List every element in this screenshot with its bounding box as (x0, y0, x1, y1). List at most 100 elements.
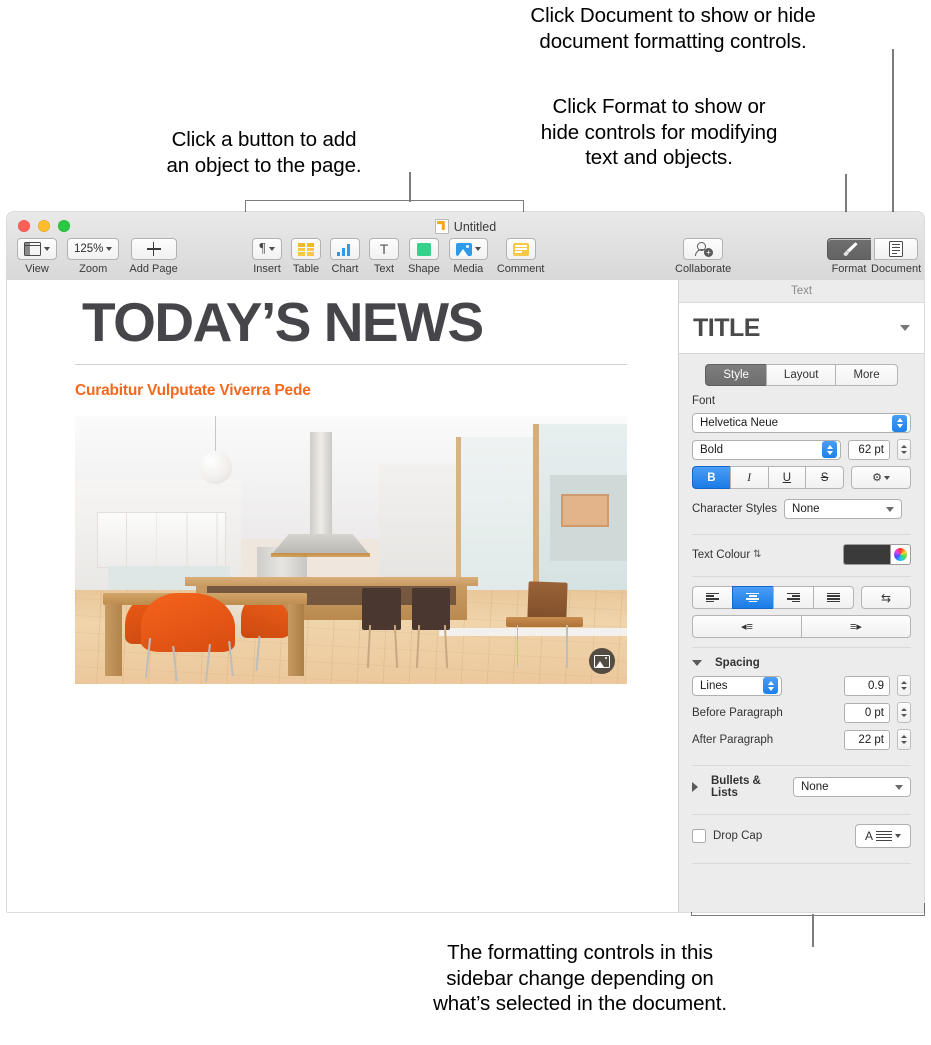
chevron-down-icon (474, 247, 481, 251)
decrease-indent-button[interactable]: ◂≡ (692, 615, 801, 638)
character-styles-popup[interactable]: None (784, 499, 903, 519)
align-left-button[interactable] (692, 586, 733, 609)
document-canvas[interactable]: TODAY’S NEWS Curabitur Vulputate Viverra… (7, 280, 679, 912)
drop-cap-section: Drop Cap A (679, 824, 924, 854)
line-spacing-stepper-icon[interactable] (763, 677, 778, 694)
pages-app-window: Untitled View 125% Zoom Add Page ¶ Inser… (7, 212, 924, 912)
tab-style[interactable]: Style (705, 364, 766, 386)
chevron-down-icon (106, 247, 113, 251)
leader-line-sidebar (812, 914, 814, 947)
bold-button[interactable]: B (692, 466, 730, 489)
toolbar-label-add-page: Add Page (129, 263, 178, 275)
after-paragraph-stepper[interactable] (897, 729, 911, 750)
text-colour-swatch[interactable] (843, 544, 890, 565)
toolbar-item-document[interactable]: Document (871, 238, 921, 275)
chevron-down-icon (895, 784, 903, 790)
before-paragraph-stepper[interactable] (897, 702, 911, 723)
toolbar-item-view[interactable]: View (17, 238, 57, 275)
tab-more[interactable]: More (835, 364, 898, 386)
tab-layout[interactable]: Layout (765, 364, 836, 386)
italic-button[interactable]: I (729, 466, 768, 489)
spacing-header[interactable]: Spacing (692, 657, 911, 669)
line-spacing-mode-popup[interactable]: Lines (692, 675, 782, 696)
document-button[interactable] (874, 238, 919, 260)
page-subheading[interactable]: Curabitur Vulputate Viverra Pede (75, 382, 311, 400)
after-paragraph-field[interactable]: 22 pt (844, 729, 890, 750)
zoom-button[interactable]: 125% (67, 238, 120, 260)
collaborate-icon: + (694, 242, 714, 257)
drop-cap-style-button[interactable]: A (855, 824, 911, 848)
collaborate-button[interactable]: + (683, 238, 724, 260)
font-size-field[interactable]: 62 pt (848, 439, 890, 460)
comment-icon (512, 242, 529, 256)
toolbar-item-comment[interactable]: Comment (497, 238, 545, 275)
align-right-icon (786, 592, 800, 603)
line-spacing-value-field[interactable]: 0.9 (844, 675, 890, 696)
table-button[interactable] (291, 238, 321, 260)
document-image[interactable] (75, 416, 627, 684)
toolbar-item-shape[interactable]: Shape (408, 238, 440, 275)
sidebar-header: Text (679, 280, 924, 303)
strikethrough-button[interactable]: S (805, 466, 844, 489)
paragraph-style-selector[interactable]: TITLE (679, 303, 924, 354)
text-colour-well[interactable] (843, 544, 911, 565)
font-family-popup[interactable]: Helvetica Neue (692, 413, 911, 433)
toolbar-object-group: ¶ Insert Table Chart T Text Shape Media … (252, 238, 545, 275)
drop-cap-checkbox[interactable] (692, 829, 706, 843)
toolbar-item-insert[interactable]: ¶ Insert (252, 238, 282, 275)
text-colour-label: Text Colour ⇅ (692, 549, 762, 561)
text-button[interactable]: T (369, 238, 399, 260)
toolbar-item-collaborate[interactable]: + Collaborate (675, 238, 731, 275)
toolbar-item-format[interactable]: Format (827, 238, 871, 275)
sort-arrows-icon[interactable]: ⇅ (753, 550, 761, 560)
chevron-down-icon (886, 506, 895, 512)
font-weight-stepper-icon[interactable] (822, 441, 837, 458)
align-right-button[interactable] (772, 586, 813, 609)
toolbar-label-document: Document (871, 263, 922, 275)
toolbar-item-add-page[interactable]: Add Page (129, 238, 178, 275)
font-family-stepper-icon[interactable] (892, 414, 907, 432)
chart-button[interactable] (330, 238, 360, 260)
align-justify-button[interactable] (812, 586, 854, 609)
pages-document-icon (434, 219, 449, 234)
toolbar-label-comment: Comment (496, 263, 545, 275)
chevron-down-icon[interactable] (900, 325, 910, 331)
media-button[interactable] (448, 238, 488, 260)
colour-wheel-icon[interactable] (890, 544, 911, 565)
underline-button[interactable]: U (767, 466, 806, 489)
font-weight-popup[interactable]: Bold (692, 439, 841, 460)
view-button[interactable] (17, 238, 57, 260)
font-size-stepper[interactable] (897, 439, 911, 460)
increase-indent-button[interactable]: ≡▸ (801, 615, 911, 638)
font-options-button[interactable]: ⚙ (851, 466, 911, 489)
disclosure-triangle-icon[interactable] (692, 660, 702, 666)
media-placeholder-icon[interactable] (589, 648, 615, 674)
toolbar-item-chart[interactable]: Chart (330, 238, 360, 275)
plus-icon (146, 242, 161, 256)
comment-button[interactable] (505, 238, 536, 260)
toolbar-label-insert: Insert (253, 263, 281, 275)
bullets-popup[interactable]: None (793, 777, 911, 797)
toolbar-item-text[interactable]: T Text (369, 238, 399, 275)
line-spacing-value-stepper[interactable] (897, 675, 911, 696)
add-page-button[interactable] (130, 238, 177, 260)
toolbar-item-media[interactable]: Media (448, 238, 488, 275)
page-title[interactable]: TODAY’S NEWS (82, 295, 627, 350)
disclosure-triangle-icon[interactable] (692, 782, 698, 792)
before-paragraph-field[interactable]: 0 pt (844, 702, 890, 723)
align-centre-button[interactable] (732, 586, 773, 609)
callout-add-object: Click a button to add an object to the p… (166, 128, 362, 177)
format-button[interactable] (827, 238, 871, 260)
bullets-section: Bullets & Lists None (679, 775, 924, 805)
text-colour-row: Text Colour ⇅ (692, 544, 911, 565)
align-centre-icon (746, 592, 760, 603)
text-direction-button[interactable]: ⇆ (861, 586, 911, 609)
text-colour-label-text: Text Colour (692, 548, 751, 561)
toolbar-item-zoom[interactable]: 125% Zoom (67, 238, 120, 275)
toolbar-item-table[interactable]: Table (291, 238, 321, 275)
document-icon (889, 241, 904, 257)
toolbar-label-media: Media (453, 263, 484, 275)
shape-button[interactable] (408, 238, 439, 260)
format-sidebar: Text TITLE Style Layout More Font Helvet… (679, 280, 924, 912)
insert-button[interactable]: ¶ (252, 238, 282, 260)
